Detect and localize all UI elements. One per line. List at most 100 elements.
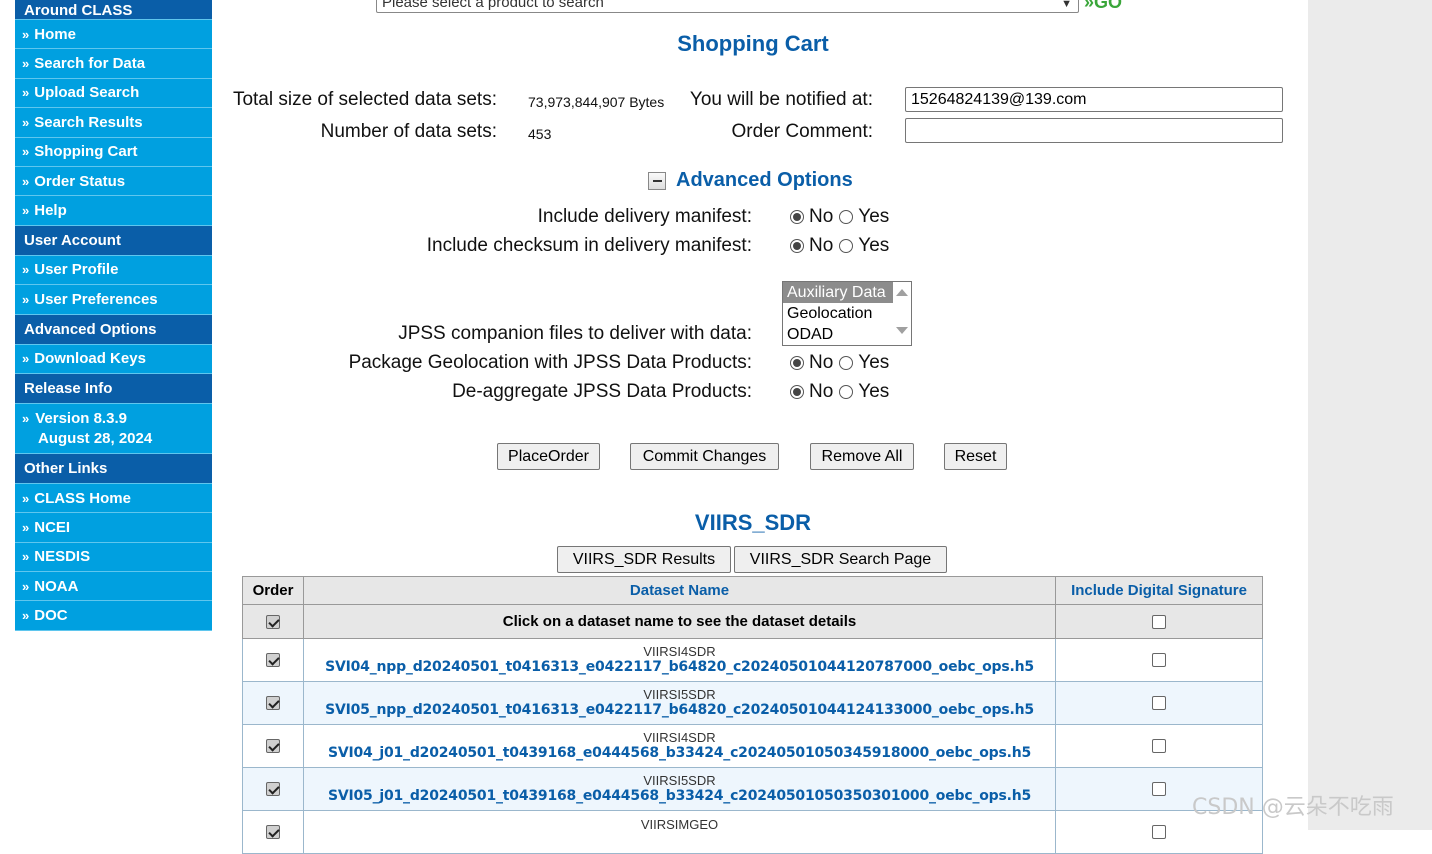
companion-files-listbox[interactable]: Auxiliary Data Geolocation ODAD <box>782 281 912 346</box>
order-checkbox[interactable] <box>266 781 280 796</box>
product-type: VIIRSI5SDR <box>643 773 716 788</box>
table-hint-row: Click on a dataset name to see the datas… <box>242 604 1263 639</box>
remove-all-button[interactable]: Remove All <box>810 443 914 470</box>
sidebar: Around CLASS » Home » Search for Data » Upl… <box>15 0 212 631</box>
deaggregate-no-radio[interactable] <box>790 385 804 399</box>
double-chevron-icon: » <box>22 26 29 42</box>
package-yes-radio[interactable] <box>839 356 854 370</box>
watermark: CSDN @云朵不吃雨 <box>1192 795 1394 820</box>
dataset-name-column-header[interactable]: Dataset Name <box>303 576 1056 605</box>
companion-files-label: JPSS companion files to deliver with dat… <box>398 323 752 344</box>
manifest-no-radio[interactable] <box>790 210 804 224</box>
table-row: VIIRSI4SDR SVI04_npp_d20240501_t0416313_e… <box>242 638 1263 682</box>
manifest-yes-radio[interactable] <box>839 210 854 224</box>
sidebar-item-search-for-data[interactable]: » Search for Data <box>15 49 212 79</box>
double-chevron-icon: » <box>22 549 29 565</box>
signature-checkbox[interactable] <box>1152 824 1166 839</box>
double-chevron-icon: » <box>22 262 29 278</box>
sidebar-item-download-keys[interactable]: » Download Keys <box>15 344 212 374</box>
checksum-label: Include checksum in delivery manifest: <box>426 235 752 256</box>
product-type: VIIRSI5SDR <box>643 687 716 702</box>
sidebar-header-around: Around CLASS <box>15 0 212 20</box>
double-chevron-icon: » <box>22 144 29 160</box>
product-type: VIIRSI4SDR <box>643 730 716 745</box>
digital-signature-column-header[interactable]: Include Digital Signature <box>1055 576 1263 605</box>
sidebar-item-shopping-cart[interactable]: » Shopping Cart <box>15 137 212 167</box>
order-comment-label: Order Comment: <box>731 121 873 142</box>
collapse-icon <box>648 171 666 190</box>
package-radio-group: No Yes <box>790 352 895 374</box>
advanced-options-toggle[interactable]: Advanced Options <box>648 169 853 192</box>
chevron-down-icon: ▼ <box>1061 0 1072 10</box>
sidebar-header-advanced-options: Advanced Options <box>15 314 212 345</box>
order-checkbox[interactable] <box>266 695 280 710</box>
dataset-link[interactable]: SVI04_npp_d20240501_t0416313_e0422117_b6… <box>304 659 1055 676</box>
double-chevron-icon: » <box>22 608 29 624</box>
notify-label: You will be notified at: <box>689 89 873 110</box>
double-chevron-icon: » <box>22 578 29 594</box>
count-value: 453 <box>528 126 552 142</box>
commit-changes-button[interactable]: Commit Changes <box>630 443 779 470</box>
total-size-value: 73,973,844,907 Bytes <box>528 94 665 110</box>
deaggregate-label: De-aggregate JPSS Data Products: <box>452 381 752 402</box>
sidebar-item-noaa[interactable]: » NOAA <box>15 572 212 602</box>
package-no-radio[interactable] <box>790 356 804 370</box>
sidebar-item-user-preferences[interactable]: » User Preferences <box>15 285 212 315</box>
double-chevron-icon: » <box>22 56 29 72</box>
sidebar-header-release-info: Release Info <box>15 373 212 404</box>
sidebar-item-user-profile[interactable]: » User Profile <box>15 255 212 286</box>
sidebar-item-help[interactable]: » Help <box>15 196 212 226</box>
select-all-checkbox[interactable] <box>266 615 280 630</box>
sidebar-header-other-links: Other Links <box>15 453 212 484</box>
signature-checkbox[interactable] <box>1152 695 1166 710</box>
checksum-no-radio[interactable] <box>790 239 804 253</box>
dataset-link[interactable]: SVI05_j01_d20240501_t0439168_e0444568_b3… <box>304 788 1055 805</box>
listbox-option[interactable]: Auxiliary Data <box>783 282 893 303</box>
signature-checkbox[interactable] <box>1152 781 1166 796</box>
notify-email-input[interactable] <box>905 87 1283 112</box>
deaggregate-radio-group: No Yes <box>790 381 895 403</box>
product-select[interactable]: Please select a product to search ▼ <box>376 0 1079 13</box>
order-comment-input[interactable] <box>905 118 1283 143</box>
listbox-option[interactable]: Geolocation <box>783 303 893 324</box>
sidebar-item-upload-search[interactable]: » Upload Search <box>15 78 212 109</box>
go-button[interactable]: »GO <box>1084 0 1122 13</box>
double-chevron-icon: » <box>22 85 29 101</box>
sidebar-item-ncei[interactable]: » NCEI <box>15 513 212 543</box>
table-row: VIIRSI4SDR SVI04_j01_d20240501_t0439168_e… <box>242 724 1263 768</box>
product-results-button[interactable]: VIIRS_SDR Results <box>557 546 731 573</box>
order-checkbox[interactable] <box>266 738 280 753</box>
signature-checkbox[interactable] <box>1152 652 1166 667</box>
order-checkbox[interactable] <box>266 652 280 667</box>
place-order-button[interactable]: PlaceOrder <box>497 443 600 470</box>
checksum-radio-group: No Yes <box>790 235 895 257</box>
deaggregate-yes-radio[interactable] <box>839 385 854 399</box>
dataset-link[interactable]: SVI04_j01_d20240501_t0439168_e0444568_b3… <box>304 745 1055 762</box>
sidebar-item-home[interactable]: » Home <box>15 20 212 50</box>
reset-button[interactable]: Reset <box>944 443 1007 470</box>
double-chevron-icon: » <box>22 410 30 426</box>
sidebar-item-class-home[interactable]: » CLASS Home <box>15 483 212 514</box>
product-type: VIIRSI4SDR <box>643 644 716 659</box>
listbox-scrollbar[interactable] <box>893 282 911 345</box>
signature-checkbox[interactable] <box>1152 738 1166 753</box>
checksum-yes-radio[interactable] <box>839 239 854 253</box>
sidebar-item-order-status[interactable]: » Order Status <box>15 166 212 197</box>
sidebar-item-nesdis[interactable]: » NESDIS <box>15 542 212 573</box>
table-row: VIIRSIMGEO <box>242 810 1263 854</box>
order-column-header: Order <box>242 576 304 605</box>
sidebar-item-version[interactable]: » Version 8.3.9 August 28, 2024 <box>15 403 212 454</box>
dataset-link[interactable]: SVI05_npp_d20240501_t0416313_e0422117_b6… <box>304 702 1055 719</box>
sidebar-item-search-results[interactable]: » Search Results <box>15 108 212 138</box>
double-chevron-icon: » <box>22 173 29 189</box>
manifest-label: Include delivery manifest: <box>537 206 752 227</box>
order-checkbox[interactable] <box>266 824 280 839</box>
sign-all-checkbox[interactable] <box>1152 615 1166 630</box>
dataset-table: Order Dataset Name Include Digital Signa… <box>242 576 1263 854</box>
count-label: Number of data sets: <box>320 121 497 142</box>
listbox-option[interactable]: ODAD <box>783 324 893 345</box>
double-chevron-icon: » <box>22 203 29 219</box>
product-search-page-button[interactable]: VIIRS_SDR Search Page <box>734 546 947 573</box>
double-chevron-icon: » <box>22 291 29 307</box>
sidebar-item-doc[interactable]: » DOC <box>15 601 212 631</box>
